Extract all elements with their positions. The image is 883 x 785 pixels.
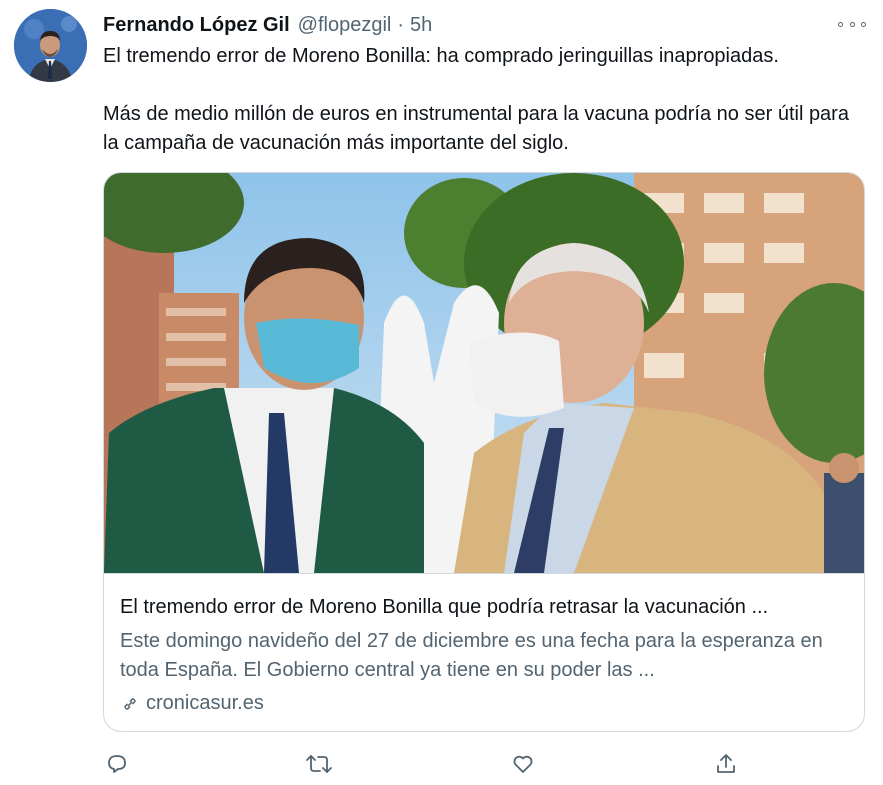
author-handle[interactable]: @flopezgil <box>298 14 392 37</box>
retweet-icon <box>306 755 332 773</box>
more-dot <box>849 21 855 27</box>
tweet-timestamp[interactable]: 5h <box>410 14 432 37</box>
retweet-button[interactable] <box>305 750 333 778</box>
reply-button[interactable] <box>103 750 131 778</box>
card-domain[interactable]: cronicasur.es <box>120 692 264 715</box>
author-avatar[interactable] <box>14 9 87 82</box>
avatar-image <box>14 9 87 82</box>
link-preview-card[interactable]: El tremendo error de Moreno Bonilla que … <box>103 172 865 732</box>
tweet-header: Fernando López Gil @flopezgil · 5h <box>103 12 432 38</box>
card-description: Este domingo navideño del 27 de diciembr… <box>120 630 823 681</box>
card-body[interactable]: El tremendo error de Moreno Bonilla que … <box>104 573 864 714</box>
more-dot <box>838 21 843 27</box>
share-button[interactable] <box>712 750 740 778</box>
tweet-paragraph: Más de medio millón de euros en instrume… <box>103 103 849 154</box>
tweet-actions <box>0 750 883 778</box>
separator-dot: · <box>397 13 405 36</box>
heart-icon <box>513 755 533 773</box>
link-icon <box>124 697 136 710</box>
tweet-text: El tremendo error de Moreno Bonilla: ha … <box>103 42 863 158</box>
more-horizontal-icon[interactable] <box>838 14 866 34</box>
author-name[interactable]: Fernando López Gil <box>103 14 290 37</box>
share-icon <box>717 754 735 773</box>
tweet-paragraph: El tremendo error de Moreno Bonilla: ha … <box>103 45 779 67</box>
card-domain-text: cronicasur.es <box>146 692 264 714</box>
more-dot <box>861 21 866 27</box>
card-title[interactable]: El tremendo error de Moreno Bonilla que … <box>120 596 850 619</box>
card-photo <box>104 173 864 573</box>
reply-icon <box>108 755 126 773</box>
like-button[interactable] <box>509 750 537 778</box>
